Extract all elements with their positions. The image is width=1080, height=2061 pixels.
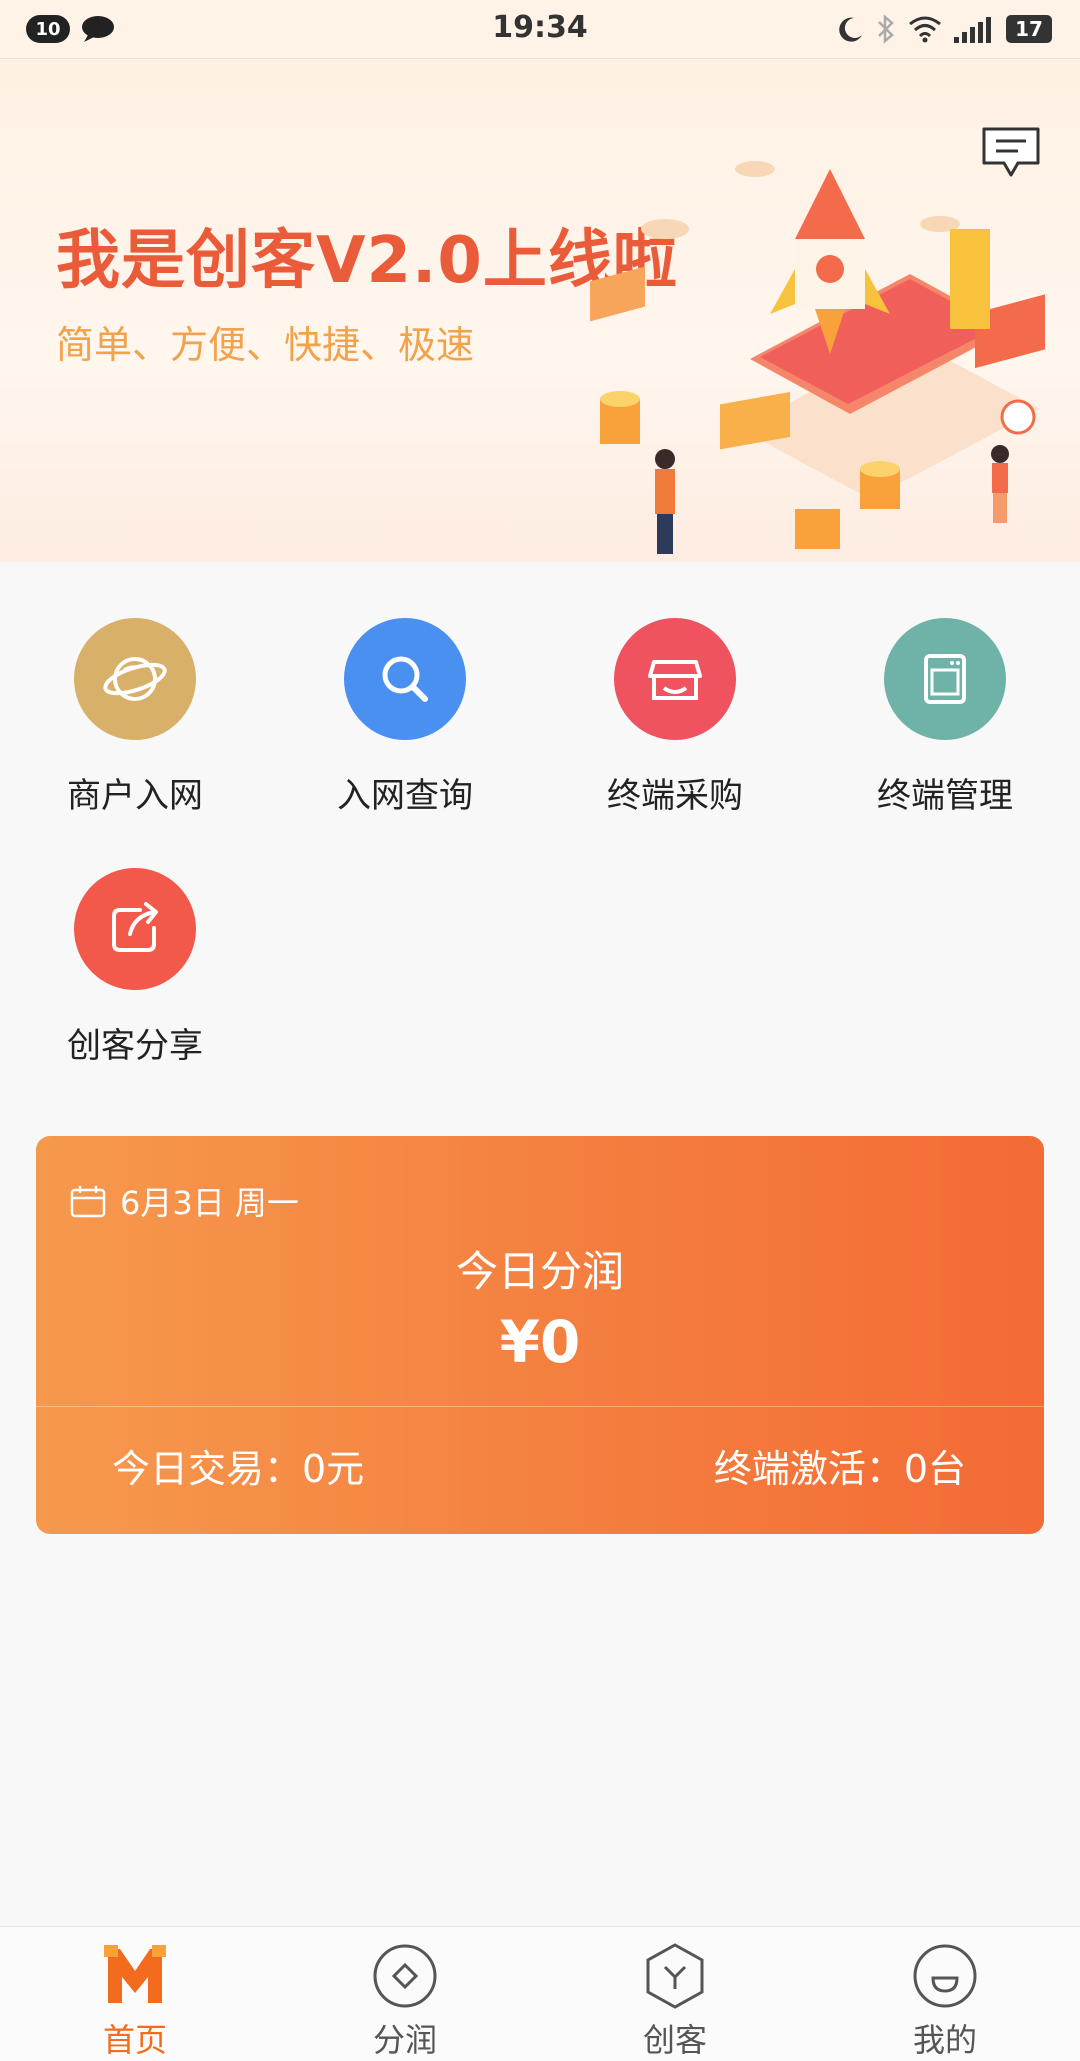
signal-icon xyxy=(954,17,991,43)
message-icon[interactable] xyxy=(980,125,1042,181)
nav-label: 创客 xyxy=(642,2021,707,2059)
share-icon xyxy=(74,868,196,990)
nav-label: 首页 xyxy=(102,2021,167,2059)
nav-profit[interactable]: 分润 xyxy=(270,1927,540,2061)
earnings-card[interactable]: 6月3日 周一 今日分润 ¥0 今日交易：0元 终端激活：0台 xyxy=(36,1136,1044,1534)
moon-icon xyxy=(839,17,862,42)
status-bar: 10 19:34 17 xyxy=(0,0,1080,59)
battery-indicator: 17 xyxy=(1006,15,1052,43)
home-logo-icon xyxy=(104,1945,166,2003)
card-title: 今日分润 xyxy=(455,1247,624,1296)
hexagon-icon xyxy=(646,1943,704,2009)
bottom-nav: 首页 分润 创客 我的 xyxy=(0,1926,1080,2061)
search-icon xyxy=(344,618,466,740)
nav-home[interactable]: 首页 xyxy=(0,1927,270,2061)
card-date-row: 6月3日 周一 xyxy=(70,1178,299,1224)
nav-maker[interactable]: 创客 xyxy=(540,1927,810,2061)
calendar-icon xyxy=(70,1186,106,1218)
action-label: 终端管理 xyxy=(877,776,1013,816)
action-label: 终端采购 xyxy=(607,776,743,816)
action-label: 入网查询 xyxy=(337,776,473,816)
action-label: 商户入网 xyxy=(67,776,203,816)
planet-icon xyxy=(74,618,196,740)
terminal-activation: 终端激活：0台 xyxy=(713,1447,966,1491)
nav-label: 分润 xyxy=(372,2021,437,2059)
card-divider xyxy=(36,1406,1044,1407)
store-icon xyxy=(614,618,736,740)
smile-profile-icon xyxy=(913,1944,977,2008)
wifi-icon xyxy=(909,16,941,43)
promo-banner[interactable]: 我是创客V2.0上线啦 简单、方便、快捷、极速 xyxy=(0,59,1080,562)
today-trade: 今日交易：0元 xyxy=(112,1447,365,1491)
action-onboarding-query[interactable]: 入网查询 xyxy=(270,562,540,816)
device-icon xyxy=(884,618,1006,740)
coin-icon xyxy=(373,1944,437,2008)
banner-subtitle: 简单、方便、快捷、极速 xyxy=(56,323,475,367)
action-maker-share[interactable]: 创客分享 xyxy=(0,812,270,1066)
status-right: 17 xyxy=(836,14,1052,44)
bluetooth-icon xyxy=(878,14,894,44)
nav-mine[interactable]: 我的 xyxy=(810,1927,1080,2061)
action-merchant-onboarding[interactable]: 商户入网 xyxy=(0,562,270,816)
action-terminal-purchase[interactable]: 终端采购 xyxy=(540,562,810,816)
action-label: 创客分享 xyxy=(67,1026,203,1066)
nav-label: 我的 xyxy=(912,2021,977,2059)
card-date: 6月3日 周一 xyxy=(120,1184,299,1222)
card-amount: ¥0 xyxy=(499,1308,581,1376)
action-terminal-management[interactable]: 终端管理 xyxy=(810,562,1080,816)
